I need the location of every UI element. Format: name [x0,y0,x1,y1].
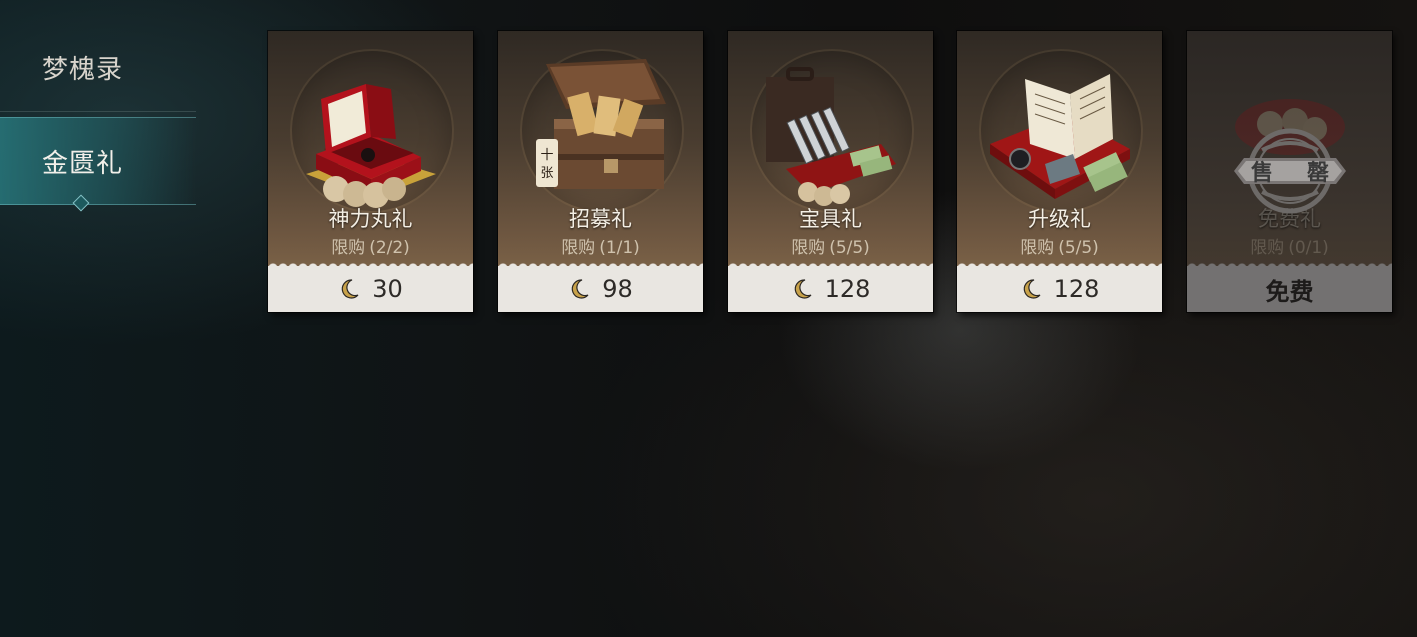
price-value: 128 [824,275,871,303]
crescent-moon-icon [571,279,589,299]
sidebar: 梦槐录 金匮礼 [0,0,200,637]
briefcase-icon [766,67,896,206]
price-button[interactable]: 98 [498,260,703,312]
price-value: 128 [1053,275,1100,303]
price-value: 98 [602,275,633,303]
sidebar-item-jingui[interactable]: 金匮礼 [0,117,196,212]
gift-card-baoju[interactable]: 宝具礼 限购 (5/5) 128 [728,31,933,312]
svg-text:张: 张 [540,166,553,181]
price-value: 免费 [1265,277,1314,306]
jewelry-box-icon [306,84,436,208]
books-money-icon [990,74,1130,199]
crescent-moon-icon [794,279,812,299]
crescent-moon-icon [1023,279,1041,299]
sidebar-item-menghuai[interactable]: 梦槐录 [0,24,196,112]
price-button[interactable]: 128 [957,260,1162,312]
treasure-chest-icon: 十 张 [536,59,666,189]
sold-out-label: 售罄 [1250,160,1329,186]
svg-text:十: 十 [540,148,553,163]
purchase-limit: 限购 (2/2) [331,238,410,258]
card-title: 神力丸礼 [328,207,413,231]
price-value: 30 [372,275,403,303]
card-title: 宝具礼 [799,207,862,231]
purchase-limit: 限购 (5/5) [791,238,870,258]
sold-out-stamp: 售罄 [1234,128,1346,218]
selected-indicator-icon [72,194,90,212]
purchase-limit: 限购 (1/1) [561,238,640,258]
purchase-limit: 限购 (5/5) [1020,238,1099,258]
purchase-limit: 限购 (0/1) [1250,238,1329,258]
crescent-moon-icon [341,279,359,299]
card-title: 招募礼 [569,207,632,231]
gift-card-shengji[interactable]: 升级礼 限购 (5/5) 128 [957,31,1162,312]
price-button[interactable]: 128 [728,260,933,312]
free-claim-button[interactable]: 免费 [1187,260,1392,312]
gift-card-shenliwan[interactable]: 神力丸礼 限购 (2/2) 30 [268,31,473,312]
gift-card-zhaomu[interactable]: 十 张 招募礼 限购 (1/1) 98 [498,31,703,312]
price-button[interactable]: 30 [268,260,473,312]
sidebar-item-label: 梦槐录 [42,55,124,85]
card-title: 升级礼 [1028,207,1091,231]
gift-card-free-soldout[interactable]: 免费礼 限购 (0/1) 售罄 免费 [1187,31,1392,312]
sidebar-item-label: 金匮礼 [42,148,124,179]
